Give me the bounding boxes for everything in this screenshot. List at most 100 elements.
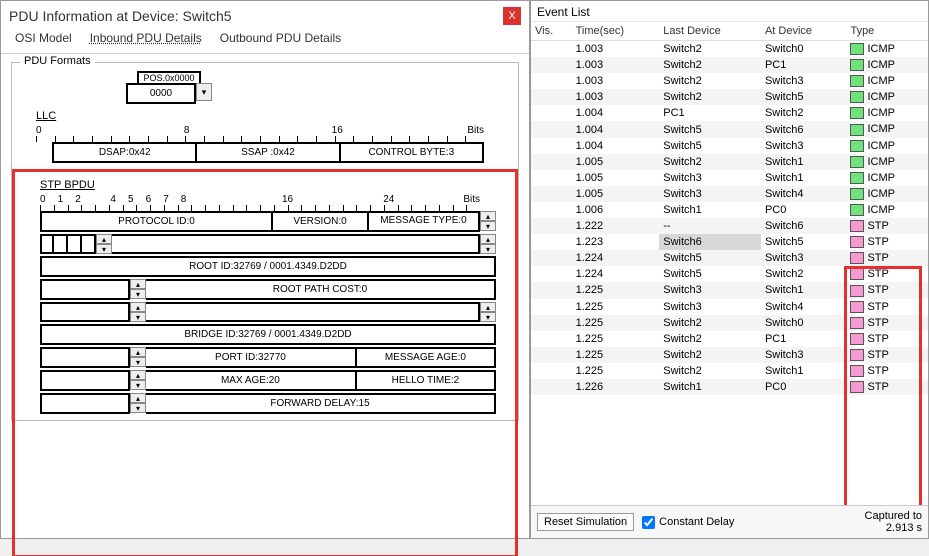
- cell-vis: [531, 186, 572, 202]
- cell-type: ICMP: [846, 154, 928, 170]
- cell-time: 1.005: [572, 186, 660, 202]
- constant-delay-label: Constant Delay: [659, 516, 734, 528]
- table-row[interactable]: 1.224Switch5Switch2STP: [531, 266, 928, 282]
- type-color-icon: [850, 124, 864, 136]
- table-row[interactable]: 1.224Switch5Switch3STP: [531, 250, 928, 266]
- cell-at: Switch5: [761, 234, 847, 250]
- cell-type: ICMP: [846, 73, 928, 89]
- table-row[interactable]: 1.225Switch2Switch3STP: [531, 347, 928, 363]
- cell-type: STP: [846, 347, 928, 363]
- cell-time: 1.222: [572, 218, 660, 234]
- col-at[interactable]: At Device: [761, 22, 847, 41]
- cell-at: PC0: [761, 202, 847, 218]
- llc-ssap: SSAP :0x42: [197, 142, 340, 163]
- pdu-pane: PDU Information at Device: Switch5 X OSI…: [0, 0, 530, 539]
- cell-last: Switch5: [659, 121, 761, 137]
- stp-t2: 2: [75, 194, 81, 205]
- table-row[interactable]: 1.223Switch6Switch5STP: [531, 234, 928, 250]
- cell-time: 1.003: [572, 89, 660, 105]
- col-time[interactable]: Time(sec): [572, 22, 660, 41]
- cell-type: ICMP: [846, 121, 928, 137]
- stp-t1: 1: [58, 194, 64, 205]
- llc-label: LLC: [36, 110, 56, 122]
- table-row[interactable]: 1.003Switch2Switch0ICMP: [531, 41, 928, 58]
- cell-at: Switch1: [761, 154, 847, 170]
- table-row[interactable]: 1.225Switch3Switch1STP: [531, 282, 928, 298]
- cell-time: 1.225: [572, 299, 660, 315]
- table-row[interactable]: 1.003Switch2Switch5ICMP: [531, 89, 928, 105]
- cell-at: Switch4: [761, 186, 847, 202]
- cell-time: 1.225: [572, 363, 660, 379]
- cell-time: 1.225: [572, 282, 660, 298]
- cell-type: STP: [846, 282, 928, 298]
- type-color-icon: [850, 268, 864, 280]
- cell-time: 1.005: [572, 154, 660, 170]
- type-color-icon: [850, 285, 864, 297]
- table-row[interactable]: 1.225Switch3Switch4STP: [531, 299, 928, 315]
- cell-vis: [531, 105, 572, 121]
- tab-outbound-pdu[interactable]: Outbound PDU Details: [220, 31, 341, 47]
- cell-at: Switch0: [761, 41, 847, 58]
- table-row[interactable]: 1.225Switch2Switch1STP: [531, 363, 928, 379]
- llc-tick-16: 16: [332, 125, 343, 136]
- tab-inbound-pdu[interactable]: Inbound PDU Details: [90, 31, 202, 47]
- table-row[interactable]: 1.005Switch2Switch1ICMP: [531, 154, 928, 170]
- cell-vis: [531, 170, 572, 186]
- cell-last: Switch2: [659, 363, 761, 379]
- col-type[interactable]: Type: [846, 22, 928, 41]
- chevron-down-icon[interactable]: ▾: [196, 83, 212, 101]
- cell-vis: [531, 154, 572, 170]
- type-color-icon: [850, 236, 864, 248]
- table-row[interactable]: 1.225Switch2Switch0STP: [531, 315, 928, 331]
- table-row[interactable]: 1.005Switch3Switch4ICMP: [531, 186, 928, 202]
- pos-value: 0000: [126, 83, 196, 104]
- cell-at: Switch3: [761, 138, 847, 154]
- cell-at: Switch5: [761, 89, 847, 105]
- cell-last: Switch3: [659, 299, 761, 315]
- stp-t16: 16: [282, 194, 293, 205]
- table-row[interactable]: 1.003Switch2PC1ICMP: [531, 57, 928, 73]
- cell-vis: [531, 138, 572, 154]
- col-last[interactable]: Last Device: [659, 22, 761, 41]
- reset-simulation-button[interactable]: Reset Simulation: [537, 513, 634, 531]
- cell-vis: [531, 121, 572, 137]
- cell-vis: [531, 363, 572, 379]
- stp-highlight-box: [14, 171, 516, 556]
- table-row[interactable]: 1.226Switch1PC0STP: [531, 379, 928, 395]
- constant-delay-input[interactable]: [642, 516, 655, 529]
- cell-at: Switch2: [761, 266, 847, 282]
- close-button[interactable]: X: [503, 7, 521, 25]
- cell-last: Switch5: [659, 138, 761, 154]
- table-row[interactable]: 1.005Switch3Switch1ICMP: [531, 170, 928, 186]
- table-row[interactable]: 1.006Switch1PC0ICMP: [531, 202, 928, 218]
- table-row[interactable]: 1.222--Switch6STP: [531, 218, 928, 234]
- table-row[interactable]: 1.004Switch5Switch6ICMP: [531, 121, 928, 137]
- table-row[interactable]: 1.004Switch5Switch3ICMP: [531, 138, 928, 154]
- cell-type: STP: [846, 363, 928, 379]
- cell-time: 1.006: [572, 202, 660, 218]
- cell-last: Switch2: [659, 347, 761, 363]
- cell-vis: [531, 299, 572, 315]
- cell-time: 1.224: [572, 250, 660, 266]
- tab-osi-model[interactable]: OSI Model: [15, 31, 72, 47]
- cell-type: STP: [846, 379, 928, 395]
- type-color-icon: [850, 381, 864, 393]
- type-color-icon: [850, 107, 864, 119]
- pdu-tabs: OSI Model Inbound PDU Details Outbound P…: [1, 29, 529, 54]
- type-color-icon: [850, 301, 864, 313]
- cell-vis: [531, 315, 572, 331]
- cell-at: Switch0: [761, 315, 847, 331]
- cell-vis: [531, 57, 572, 73]
- table-row[interactable]: 1.003Switch2Switch3ICMP: [531, 73, 928, 89]
- llc-tick-0: 0: [36, 125, 42, 136]
- cell-vis: [531, 234, 572, 250]
- cell-type: ICMP: [846, 202, 928, 218]
- constant-delay-checkbox[interactable]: Constant Delay: [642, 516, 734, 529]
- table-row[interactable]: 1.004PC1Switch2ICMP: [531, 105, 928, 121]
- type-color-icon: [850, 140, 864, 152]
- table-row[interactable]: 1.225Switch2PC1STP: [531, 331, 928, 347]
- cell-type: ICMP: [846, 41, 928, 58]
- cell-time: 1.225: [572, 331, 660, 347]
- col-vis[interactable]: Vis.: [531, 22, 572, 41]
- cell-last: Switch2: [659, 41, 761, 58]
